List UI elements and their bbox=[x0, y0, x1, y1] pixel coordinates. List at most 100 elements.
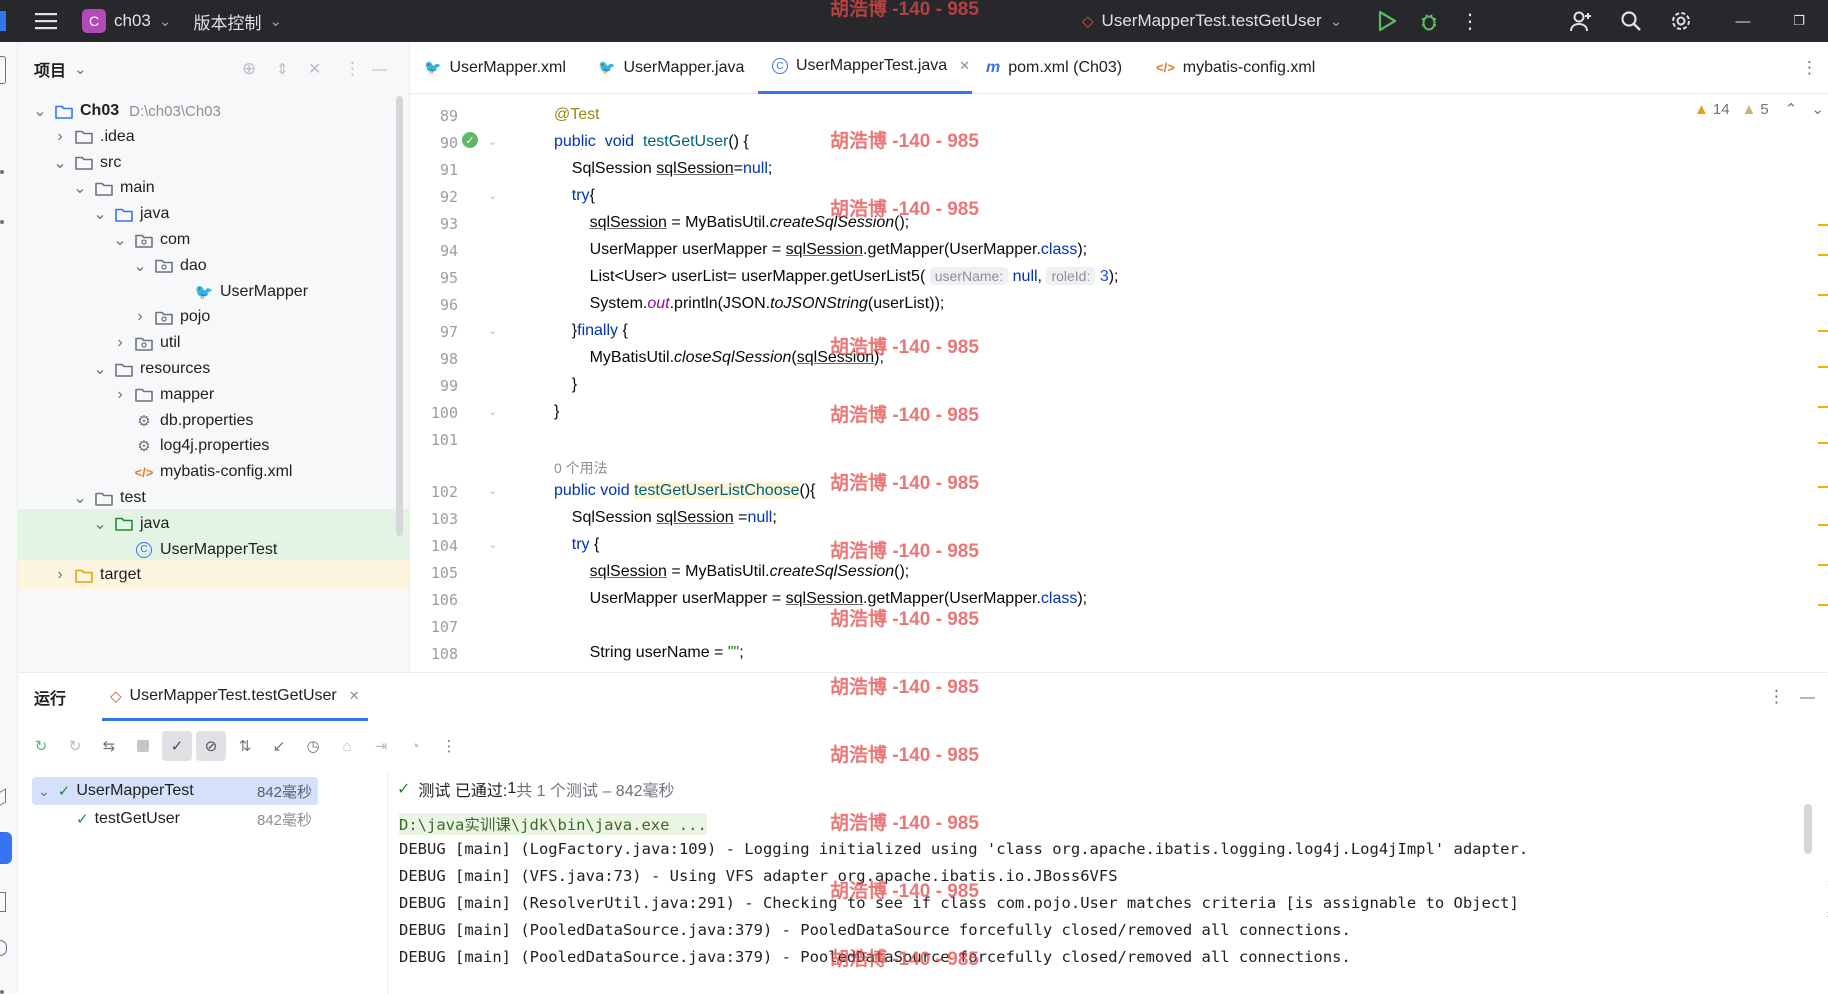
close-icon[interactable]: ✕ bbox=[959, 58, 970, 74]
toggle-auto-test-icon[interactable]: ⇆ bbox=[94, 731, 124, 761]
project-switcher[interactable]: C ch03 ⌄ bbox=[82, 0, 171, 42]
show-passed-icon[interactable]: ✓ bbox=[162, 731, 192, 761]
more-vertical-icon[interactable]: ⋮ bbox=[1460, 0, 1480, 42]
search-icon[interactable] bbox=[1616, 0, 1646, 42]
main-menu-icon[interactable] bbox=[26, 0, 66, 42]
chevron-down-icon[interactable]: ⌄ bbox=[74, 60, 87, 78]
line-number[interactable]: 93 bbox=[410, 215, 458, 233]
line-number[interactable]: 92 bbox=[410, 188, 458, 206]
chevron-down-icon[interactable]: ⌄ bbox=[72, 490, 88, 507]
line-number[interactable]: 97 bbox=[410, 323, 458, 341]
chevron-right-icon[interactable]: › bbox=[52, 566, 68, 583]
project-tool-icon[interactable] bbox=[0, 56, 6, 84]
tabs-more-icon[interactable]: ⋮ bbox=[1801, 58, 1818, 78]
line-number[interactable]: 98 bbox=[410, 350, 458, 368]
problems-tool-icon[interactable] bbox=[0, 940, 7, 956]
close-icon[interactable]: ✕ bbox=[349, 688, 360, 704]
chevron-down-icon[interactable]: ⌄ bbox=[72, 180, 88, 197]
line-number[interactable]: 94 bbox=[410, 242, 458, 260]
chevron-down-icon[interactable]: ⌄ bbox=[92, 516, 108, 533]
test-row-method[interactable]: ✓ testGetUser 842毫秒 bbox=[32, 805, 318, 833]
line-number[interactable]: 107 bbox=[410, 618, 458, 636]
editor-tab[interactable]: m pom.xml (Ch03) bbox=[972, 42, 1142, 94]
editor-tab[interactable]: </> mybatis-config.xml bbox=[1142, 42, 1322, 94]
minimize-icon[interactable]: — bbox=[1728, 0, 1758, 42]
chevron-down-icon[interactable]: ⌄ bbox=[92, 361, 108, 378]
chevron-right-icon[interactable]: › bbox=[112, 386, 128, 403]
fold-icon[interactable]: ⌄ bbox=[488, 189, 497, 202]
chevron-down-icon[interactable]: ⌄ bbox=[132, 258, 148, 275]
settings-gear-icon[interactable] bbox=[1666, 0, 1696, 42]
tool-dot-icon[interactable] bbox=[0, 170, 4, 174]
chevron-right-icon[interactable]: › bbox=[52, 128, 68, 145]
console-output[interactable]: ✓ 测试 已通过: 1 共 1 个测试 – 842毫秒 D:\java实训课\j… bbox=[389, 771, 1828, 994]
fold-icon[interactable]: ⌄ bbox=[488, 484, 497, 497]
line-number[interactable]: 101 bbox=[410, 431, 458, 449]
vcs-widget[interactable]: 版本控制 ⌄ bbox=[193, 0, 282, 42]
line-number[interactable]: 89 bbox=[410, 107, 458, 125]
expand-collapse-icon[interactable]: ⇕ bbox=[276, 60, 289, 78]
fold-icon[interactable]: ⌄ bbox=[488, 538, 497, 551]
line-number[interactable]: 102 bbox=[410, 483, 458, 501]
sort-alpha-icon[interactable]: ⇅ bbox=[230, 731, 260, 761]
import-tests-icon[interactable]: ↙ bbox=[264, 731, 294, 761]
collapse-all-icon[interactable]: ✕ bbox=[308, 59, 321, 79]
run-icon[interactable] bbox=[1372, 0, 1402, 42]
test-row-suite[interactable]: ⌄ ✓ UserMapperTest 842毫秒 bbox=[32, 777, 318, 805]
project-scrollbar[interactable] bbox=[396, 96, 403, 536]
run-tool-active-icon[interactable] bbox=[0, 832, 12, 864]
fold-icon[interactable]: ⌄ bbox=[488, 135, 497, 148]
hide-panel-icon[interactable]: — bbox=[372, 61, 387, 78]
line-number[interactable]: 90 bbox=[410, 134, 458, 152]
project-panel-title[interactable]: 项目 bbox=[34, 57, 66, 81]
fold-icon[interactable]: ⌄ bbox=[488, 405, 497, 418]
chevron-down-icon[interactable]: ⌄ bbox=[112, 232, 128, 249]
run-test-gutter-icon[interactable]: ✓ bbox=[462, 132, 478, 148]
history-icon[interactable]: ◷ bbox=[298, 731, 328, 761]
line-number[interactable]: 95 bbox=[410, 269, 458, 287]
more-vertical-icon[interactable]: ⋮ bbox=[434, 731, 464, 761]
options-icon[interactable]: ⋮ bbox=[344, 59, 361, 79]
run-config-selector[interactable]: ◇ UserMapperTest.testGetUser ⌄ bbox=[1082, 0, 1342, 42]
chevron-down-icon[interactable]: ⌄ bbox=[92, 206, 108, 223]
chevron-down-icon[interactable]: ⌄ bbox=[32, 103, 48, 120]
line-number[interactable]: 99 bbox=[410, 377, 458, 395]
tool-arrow-icon[interactable] bbox=[0, 788, 6, 806]
editor-tab[interactable]: 🐦 UserMapper.xml bbox=[410, 42, 584, 94]
line-number[interactable]: 106 bbox=[410, 591, 458, 609]
coverage-icon[interactable]: ◔ bbox=[400, 731, 430, 761]
rerun-failed-icon[interactable]: ↻ bbox=[60, 731, 90, 761]
code-area[interactable]: @Test public void testGetUser() { SqlSes… bbox=[510, 94, 1810, 672]
line-number[interactable]: 100 bbox=[410, 404, 458, 422]
add-user-icon[interactable] bbox=[1566, 0, 1596, 42]
console-scrollbar[interactable] bbox=[1804, 804, 1812, 854]
line-number[interactable]: 103 bbox=[410, 510, 458, 528]
restore-icon[interactable]: ❐ bbox=[1784, 0, 1814, 42]
stop-icon[interactable] bbox=[128, 731, 158, 761]
rerun-icon[interactable]: ↻ bbox=[26, 731, 56, 761]
debug-icon[interactable] bbox=[1414, 0, 1444, 42]
options-icon[interactable]: ⋮ bbox=[1768, 687, 1785, 707]
editor-tab[interactable]: C UserMapperTest.java ✕ bbox=[758, 42, 972, 94]
line-number[interactable]: 108 bbox=[410, 645, 458, 663]
chevron-right-icon[interactable]: › bbox=[112, 334, 128, 351]
chevron-down-icon[interactable]: ⌄ bbox=[52, 155, 68, 172]
chevron-down-icon[interactable]: ⌄ bbox=[38, 783, 50, 800]
show-ignored-icon[interactable]: ⊘ bbox=[196, 731, 226, 761]
tree-item[interactable]: › target bbox=[18, 560, 409, 591]
run-panel-title[interactable]: 运行 bbox=[34, 685, 66, 709]
line-number[interactable]: 91 bbox=[410, 161, 458, 179]
tool-dot-icon[interactable] bbox=[0, 220, 4, 224]
terminal-tool-icon[interactable] bbox=[0, 892, 6, 912]
export-icon[interactable]: ⇥ bbox=[366, 731, 396, 761]
chevron-right-icon[interactable]: › bbox=[132, 308, 148, 325]
line-number[interactable]: 104 bbox=[410, 537, 458, 555]
line-number[interactable]: 96 bbox=[410, 296, 458, 314]
camera-icon[interactable]: ⌂ bbox=[332, 731, 362, 761]
tool-dot-icon[interactable] bbox=[0, 990, 4, 994]
run-tab[interactable]: ◇ UserMapperTest.testGetUser ✕ bbox=[102, 673, 368, 721]
usage-hint[interactable]: 0 个用法 bbox=[554, 458, 608, 478]
hide-panel-icon[interactable]: — bbox=[1800, 689, 1815, 706]
editor-tab[interactable]: 🐦 UserMapper.java bbox=[584, 42, 758, 94]
locate-icon[interactable]: ⊕ bbox=[242, 59, 256, 79]
